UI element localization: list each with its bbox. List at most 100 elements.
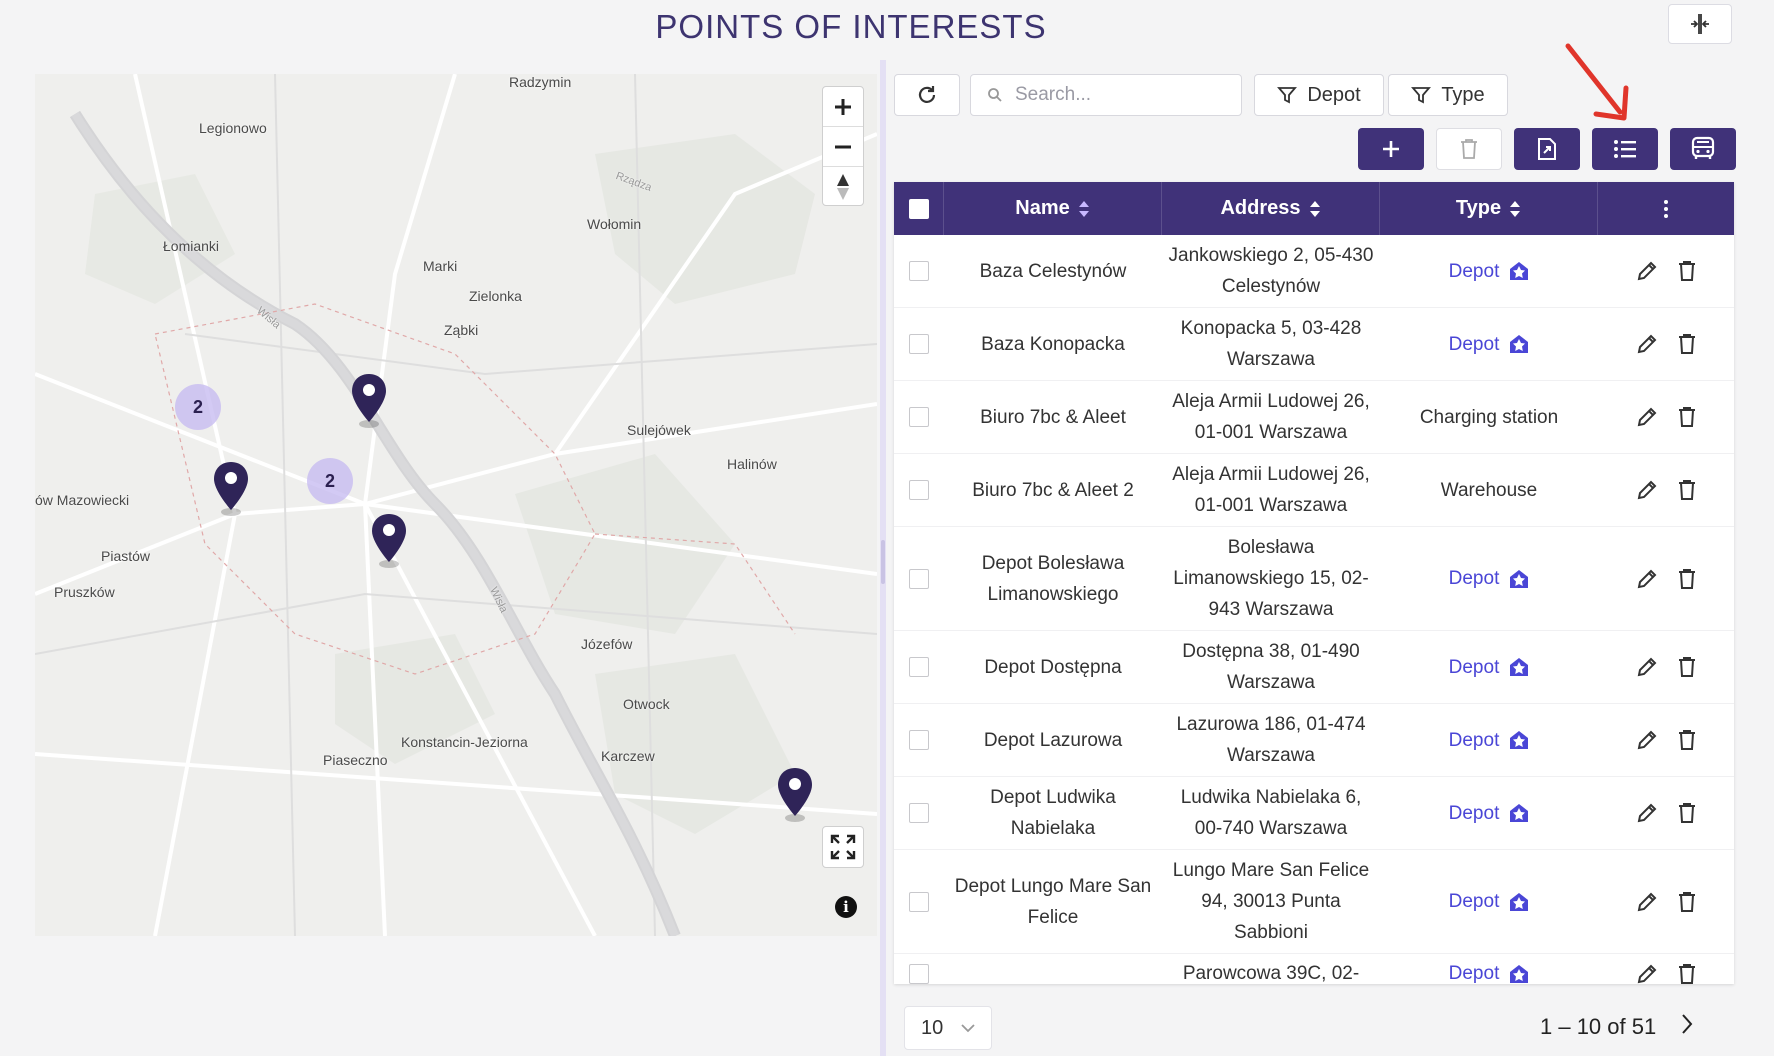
row-checkbox[interactable] xyxy=(909,480,929,500)
page-size-value: 10 xyxy=(921,1016,944,1039)
depot-home-icon xyxy=(1510,569,1529,588)
select-all-cell xyxy=(894,182,944,235)
address-cell: Aleja Armii Ludowej 26, 01-001 Warszawa xyxy=(1172,464,1370,516)
trash-icon[interactable] xyxy=(1678,333,1696,355)
depot-filter-button[interactable]: Depot xyxy=(1254,74,1384,116)
trash-icon[interactable] xyxy=(1678,963,1696,985)
row-checkbox[interactable] xyxy=(909,891,929,912)
type-depot-link[interactable]: Depot xyxy=(1449,798,1530,829)
name-cell: Depot Lungo Mare San Felice xyxy=(954,875,1152,928)
trash-icon[interactable] xyxy=(1678,729,1696,751)
edit-pencil-icon[interactable] xyxy=(1636,963,1658,985)
zoom-out-button[interactable] xyxy=(823,127,863,167)
chevron-down-icon xyxy=(961,1024,975,1033)
trash-icon[interactable] xyxy=(1678,260,1696,282)
splitter-handle[interactable] xyxy=(881,540,885,584)
edit-pencil-icon[interactable] xyxy=(1636,333,1658,355)
table-row[interactable]: Biuro 7bc & Aleet Aleja Armii Ludowej 26… xyxy=(894,381,1734,454)
edit-pencil-icon[interactable] xyxy=(1636,656,1658,678)
column-header-type[interactable]: Type xyxy=(1380,182,1598,235)
bulk-delete-button[interactable] xyxy=(1436,128,1502,170)
type-filter-label: Type xyxy=(1441,83,1485,106)
select-all-checkbox[interactable] xyxy=(908,198,929,219)
split-view-toggle-button[interactable] xyxy=(1668,4,1732,44)
next-page-button[interactable] xyxy=(1680,1012,1694,1041)
add-poi-button[interactable] xyxy=(1358,128,1424,170)
type-depot-link[interactable]: Depot xyxy=(1449,886,1530,917)
row-select-cell xyxy=(894,334,944,354)
trash-icon[interactable] xyxy=(1678,656,1696,678)
map-place-label: Konstancin-Jeziorna xyxy=(401,734,528,750)
type-filter-button[interactable]: Type xyxy=(1388,74,1508,116)
edit-pencil-icon[interactable] xyxy=(1636,479,1658,501)
table-row[interactable]: Biuro 7bc & Aleet 2 Aleja Armii Ludowej … xyxy=(894,454,1734,527)
row-select-cell xyxy=(894,407,944,427)
search-input[interactable] xyxy=(1015,84,1225,106)
edit-pencil-icon[interactable] xyxy=(1636,802,1658,824)
refresh-button[interactable] xyxy=(894,74,960,116)
row-checkbox[interactable] xyxy=(909,334,929,354)
fullscreen-button[interactable] xyxy=(822,826,864,868)
map-pin-icon[interactable] xyxy=(775,766,815,824)
row-actions-cell xyxy=(1598,656,1734,678)
map-attribution-info-button[interactable]: i xyxy=(835,896,857,918)
type-depot-link[interactable]: Depot xyxy=(1449,329,1530,360)
trash-icon[interactable] xyxy=(1678,802,1696,824)
column-header-address[interactable]: Address xyxy=(1162,182,1380,235)
table-row[interactable]: Depot Lungo Mare San Felice Lungo Mare S… xyxy=(894,850,1734,954)
table-row[interactable]: Baza Konopacka Konopacka 5, 03-428 Warsz… xyxy=(894,308,1734,381)
table-row[interactable]: Depot Bolesława Limanowskiego Bolesława … xyxy=(894,527,1734,631)
map-pin-icon[interactable] xyxy=(211,460,251,518)
pagination-range: 1 – 10 of 51 xyxy=(1540,1014,1657,1039)
list-view-button[interactable] xyxy=(1592,128,1658,170)
table-row[interactable]: Depot Ludwika Nabielaka Ludwika Nabielak… xyxy=(894,777,1734,850)
edit-pencil-icon[interactable] xyxy=(1636,729,1658,751)
map-pin-icon[interactable] xyxy=(369,512,409,570)
file-export-icon xyxy=(1538,138,1556,160)
map-view[interactable]: Radzymin Legionowo Łomianki Marki Wołomi… xyxy=(35,74,877,936)
split-columns-icon xyxy=(1691,14,1709,34)
edit-pencil-icon[interactable] xyxy=(1636,260,1658,282)
edit-pencil-icon[interactable] xyxy=(1636,406,1658,428)
table-row[interactable]: Depot Lazurowa Lazurowa 186, 01-474 Wars… xyxy=(894,704,1734,777)
type-cell: Warehouse xyxy=(1380,475,1598,506)
edit-pencil-icon[interactable] xyxy=(1636,568,1658,590)
type-depot-link[interactable]: Depot xyxy=(1449,652,1530,683)
column-header-name[interactable]: Name xyxy=(944,182,1162,235)
row-checkbox[interactable] xyxy=(909,568,929,589)
map-cluster-marker[interactable]: 2 xyxy=(175,384,221,430)
export-file-button[interactable] xyxy=(1514,128,1580,170)
trash-icon[interactable] xyxy=(1678,479,1696,501)
table-row[interactable]: Depot Dostępna Dostępna 38, 01-490 Warsz… xyxy=(894,631,1734,704)
map-pin-icon[interactable] xyxy=(349,372,389,430)
list-icon xyxy=(1614,140,1636,158)
row-checkbox[interactable] xyxy=(909,730,929,750)
type-depot-link[interactable]: Depot xyxy=(1449,725,1530,756)
map-cluster-marker[interactable]: 2 xyxy=(307,458,353,504)
reset-bearing-button[interactable] xyxy=(823,167,863,207)
row-checkbox[interactable] xyxy=(909,803,929,823)
map-place-label: Wołomin xyxy=(587,216,642,232)
vehicles-button[interactable] xyxy=(1670,128,1736,170)
depot-filter-label: Depot xyxy=(1307,83,1361,106)
row-checkbox[interactable] xyxy=(909,261,929,281)
map-place-label: Piaseczno xyxy=(323,752,388,768)
zoom-in-button[interactable] xyxy=(823,87,863,127)
table-row[interactable]: Parowcowa 39C, 02- Depot xyxy=(894,954,1734,984)
row-actions-cell xyxy=(1598,406,1734,428)
edit-pencil-icon[interactable] xyxy=(1636,891,1658,913)
row-checkbox[interactable] xyxy=(909,657,929,677)
type-cell: Depot xyxy=(1380,563,1598,594)
type-depot-link[interactable]: Depot xyxy=(1449,958,1530,984)
trash-icon[interactable] xyxy=(1678,891,1696,913)
trash-icon[interactable] xyxy=(1678,568,1696,590)
type-depot-link[interactable]: Depot xyxy=(1449,256,1530,287)
trash-icon[interactable] xyxy=(1678,406,1696,428)
row-checkbox[interactable] xyxy=(909,963,929,984)
map-place-label: Pruszków xyxy=(54,584,115,600)
table-row[interactable]: Baza Celestynów Jankowskiego 2, 05-430 C… xyxy=(894,235,1734,308)
type-depot-link[interactable]: Depot xyxy=(1449,563,1530,594)
page-size-select[interactable]: 10 xyxy=(904,1006,992,1050)
row-checkbox[interactable] xyxy=(909,407,929,427)
column-menu-button[interactable] xyxy=(1598,182,1734,235)
